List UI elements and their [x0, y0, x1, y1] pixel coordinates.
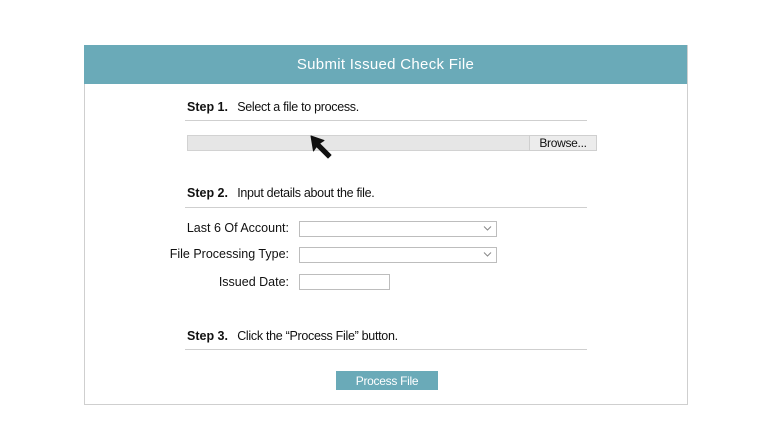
page-title: Submit Issued Check File	[296, 56, 475, 73]
file-path-field[interactable]	[187, 135, 531, 151]
submit-file-panel: Submit Issued Check File Step 1. Select …	[84, 45, 688, 405]
step-1: Step 1. Select a file to process.	[187, 100, 359, 114]
step-2-number: Step 2.	[187, 186, 228, 200]
browse-button[interactable]: Browse...	[529, 135, 597, 151]
step-2-divider	[185, 207, 587, 208]
panel-header: Submit Issued Check File	[84, 45, 687, 84]
browse-button-label: Browse...	[539, 136, 587, 150]
process-file-button[interactable]: Process File	[336, 371, 438, 390]
account-select[interactable]	[299, 221, 497, 237]
step-3-number: Step 3.	[187, 329, 228, 343]
step-3: Step 3. Click the “Process File” button.	[187, 329, 398, 343]
issued-date-input[interactable]	[299, 274, 390, 290]
process-file-button-label: Process File	[355, 373, 419, 388]
step-2-text: Input details about the file.	[237, 186, 375, 200]
mouse-pointer-icon	[310, 135, 332, 159]
step-1-divider	[185, 120, 587, 121]
step-3-text: Click the “Process File” button.	[237, 329, 398, 343]
step-1-number: Step 1.	[187, 100, 228, 114]
processing-type-select[interactable]	[299, 247, 497, 263]
processing-type-label: File Processing Type:	[169, 247, 289, 261]
account-label: Last 6 Of Account:	[186, 221, 289, 235]
step-3-divider	[185, 349, 587, 350]
step-1-text: Select a file to process.	[237, 100, 359, 114]
chevron-down-icon	[483, 252, 492, 257]
issued-date-label: Issued Date:	[218, 275, 289, 289]
chevron-down-icon	[483, 226, 492, 231]
step-2: Step 2. Input details about the file.	[187, 186, 375, 200]
